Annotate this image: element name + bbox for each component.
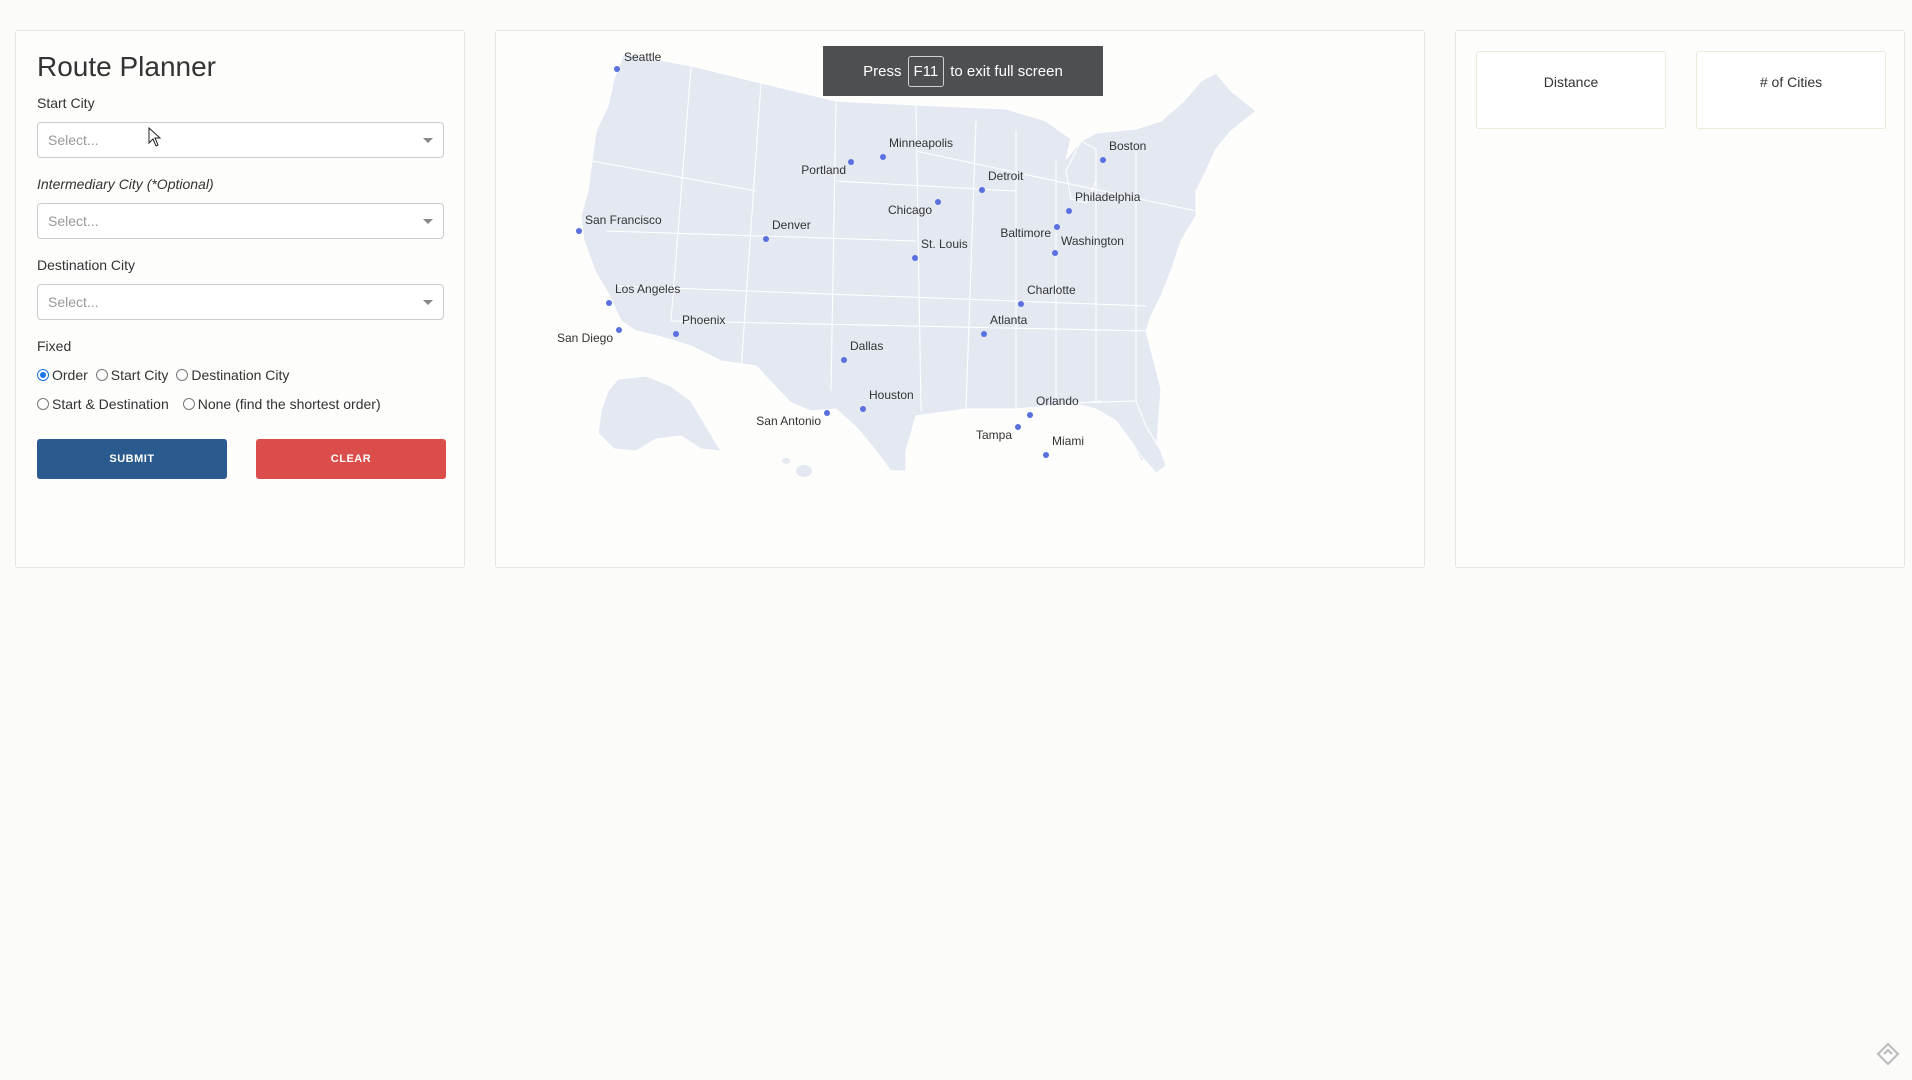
radio-label: Order (52, 367, 88, 383)
city-label-baltimore: Baltimore (1000, 226, 1051, 240)
map-panel: Seattle Portland Minneapolis Boston Detroit P… (495, 30, 1425, 568)
city-label-st-louis: St. Louis (921, 237, 968, 251)
city-label-denver: Denver (772, 218, 811, 232)
route-form-panel: Route Planner Start City Select... Inter… (15, 30, 465, 568)
city-marker-boston[interactable] (1100, 157, 1106, 163)
fixed-radio-row-1: Order Start City Destination City (37, 367, 297, 383)
city-marker-denver[interactable] (763, 236, 769, 242)
chevron-down-icon (423, 219, 433, 224)
city-label-houston: Houston (869, 388, 914, 402)
destination-city-label: Destination City (37, 257, 136, 273)
city-marker-chicago[interactable] (935, 199, 941, 205)
city-label-orlando: Orlando (1036, 394, 1079, 408)
fixed-label: Fixed (37, 338, 72, 354)
city-label-phoenix: Phoenix (682, 313, 725, 327)
start-city-label: Start City (37, 95, 95, 111)
city-label-portland: Portland (801, 163, 846, 177)
destination-city-placeholder: Select... (48, 294, 99, 310)
city-marker-los-angeles[interactable] (606, 300, 612, 306)
radio-label: Destination City (191, 367, 290, 383)
city-marker-seattle[interactable] (614, 66, 620, 72)
chevron-down-icon (423, 138, 433, 143)
distance-label: Distance (1543, 74, 1599, 90)
city-label-philadelphia: Philadelphia (1075, 190, 1141, 204)
cities-count-card: # of Cities (1696, 51, 1886, 129)
city-marker-dallas[interactable] (841, 357, 847, 363)
city-label-san-antonio: San Antonio (756, 414, 821, 428)
fullscreen-banner-suffix: to exit full screen (950, 62, 1063, 80)
intermediary-city-placeholder: Select... (48, 213, 99, 229)
city-marker-st-louis[interactable] (912, 255, 918, 261)
radio-button[interactable] (37, 398, 49, 410)
city-label-dallas: Dallas (850, 339, 883, 353)
intermediary-city-select[interactable]: Select... (37, 203, 444, 239)
radio-button[interactable] (95, 369, 108, 381)
us-map[interactable]: Seattle Portland Minneapolis Boston Detroit P… (496, 31, 1424, 567)
city-label-tampa: Tampa (976, 428, 1012, 442)
city-label-miami: Miami (1052, 434, 1084, 448)
city-marker-minneapolis[interactable] (880, 154, 886, 160)
f11-key: F11 (907, 55, 945, 87)
city-label-seattle: Seattle (624, 50, 662, 64)
city-marker-philadelphia[interactable] (1066, 208, 1072, 214)
radio-start-destination[interactable]: Start & Destination (37, 396, 169, 412)
destination-city-select[interactable]: Select... (37, 284, 444, 320)
start-city-select[interactable]: Select... (37, 122, 444, 158)
radio-order[interactable]: Order (37, 367, 88, 383)
city-label-chicago: Chicago (888, 203, 932, 217)
city-marker-orlando[interactable] (1027, 412, 1033, 418)
city-label-boston: Boston (1109, 139, 1146, 153)
stats-panel: Distance # of Cities (1455, 30, 1905, 568)
radio-label: Start City (110, 367, 169, 383)
fixed-radio-row-2: Start & Destination None (find the short… (37, 396, 389, 412)
radio-destination-city[interactable]: Destination City (176, 367, 289, 383)
radio-start-city[interactable]: Start City (95, 367, 169, 383)
city-marker-portland[interactable] (848, 159, 854, 165)
city-marker-detroit[interactable] (979, 187, 985, 193)
city-marker-phoenix[interactable] (673, 331, 679, 337)
radio-button[interactable] (176, 369, 189, 381)
city-label-atlanta: Atlanta (990, 313, 1028, 327)
start-city-placeholder: Select... (48, 132, 99, 148)
city-label-san-francisco: San Francisco (585, 213, 662, 227)
alaska (597, 375, 722, 452)
city-marker-san-diego[interactable] (616, 327, 622, 333)
chevron-down-icon (423, 300, 433, 305)
city-label-charlotte: Charlotte (1027, 283, 1076, 297)
hawaii (796, 465, 812, 477)
radio-button-checked[interactable] (37, 369, 49, 381)
city-marker-charlotte[interactable] (1018, 301, 1024, 307)
mouse-cursor-icon (148, 127, 162, 147)
app-logo-icon (1876, 1042, 1900, 1066)
city-marker-miami[interactable] (1043, 452, 1049, 458)
hawaii-small (782, 458, 790, 464)
city-marker-san-antonio[interactable] (824, 410, 830, 416)
cities-count-label: # of Cities (1759, 74, 1823, 90)
city-label-washington: Washington (1061, 234, 1124, 248)
submit-button[interactable]: SUBMIT (37, 439, 227, 479)
city-label-detroit: Detroit (988, 169, 1024, 183)
radio-label: None (find the shortest order) (197, 396, 381, 412)
city-label-minneapolis: Minneapolis (889, 136, 953, 150)
city-marker-baltimore[interactable] (1054, 224, 1060, 230)
city-label-los-angeles: Los Angeles (615, 282, 680, 296)
city-marker-washington[interactable] (1052, 250, 1058, 256)
city-marker-houston[interactable] (860, 406, 866, 412)
distance-card: Distance (1476, 51, 1666, 129)
city-marker-tampa[interactable] (1015, 424, 1021, 430)
fullscreen-banner-prefix: Press (863, 62, 902, 80)
intermediary-city-label: Intermediary City (*Optional) (37, 176, 214, 192)
radio-label: Start & Destination (52, 396, 169, 412)
city-marker-san-francisco[interactable] (576, 228, 582, 234)
city-marker-atlanta[interactable] (981, 331, 987, 337)
page-title: Route Planner (37, 51, 217, 82)
fullscreen-banner: Press F11 to exit full screen (823, 46, 1103, 96)
clear-button[interactable]: CLEAR (256, 439, 446, 479)
city-label-san-diego: San Diego (557, 331, 613, 345)
radio-button[interactable] (182, 398, 195, 410)
radio-none[interactable]: None (find the shortest order) (182, 396, 381, 412)
